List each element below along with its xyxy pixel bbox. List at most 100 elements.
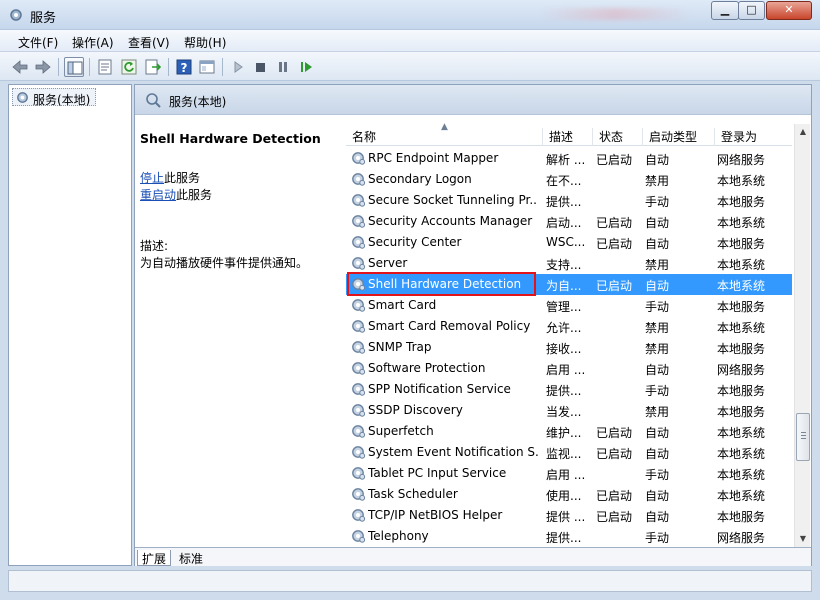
- toolbar: ?: [0, 52, 820, 81]
- table-row[interactable]: SPP Notification Service 提供... 手动 本地服务: [346, 379, 792, 400]
- vertical-scrollbar[interactable]: ▲ ▼: [794, 124, 810, 547]
- table-row[interactable]: Smart Card Removal Policy 允许... 禁用 本地系统: [346, 316, 792, 337]
- service-startup-cell: 手动: [645, 531, 670, 545]
- table-row[interactable]: Task Scheduler 使用... 已启动 自动 本地系统: [346, 484, 792, 505]
- service-name-cell: Software Protection: [368, 361, 486, 375]
- service-name-cell: Smart Card Removal Policy: [368, 319, 531, 333]
- column-header-startup-type[interactable]: 启动类型: [642, 128, 714, 146]
- window-title: 服务: [30, 11, 57, 26]
- restart-service-link[interactable]: 重启动: [140, 188, 176, 202]
- table-row[interactable]: Shell Hardware Detection 为自... 已启动 自动 本地系统: [346, 272, 792, 296]
- export-list-icon[interactable]: [143, 57, 163, 77]
- service-description-cell: 允许...: [546, 321, 582, 335]
- service-name-cell: Security Accounts Manager: [368, 214, 533, 228]
- service-logon-cell: 本地系统: [717, 279, 766, 293]
- tab-standard[interactable]: 标准: [175, 550, 207, 566]
- table-row[interactable]: Tablet PC Input Service 启用 ... 手动 本地系统: [346, 463, 792, 484]
- table-row[interactable]: TCP/IP NetBIOS Helper 提供 ... 已启动 自动 本地服务: [346, 505, 792, 526]
- service-startup-cell: 禁用: [645, 321, 670, 335]
- table-row[interactable]: Security Accounts Manager 启动... 已启动 自动 本地系统: [346, 211, 792, 232]
- menu-view[interactable]: 查看(V): [128, 34, 170, 51]
- table-row[interactable]: Secondary Logon 在不... 禁用 本地系统: [346, 169, 792, 190]
- list-header: ▲ 名称 描述 状态 启动类型 登录为: [346, 122, 792, 146]
- service-logon-cell: 本地系统: [717, 216, 766, 230]
- column-header-logon-as[interactable]: 登录为: [714, 128, 792, 146]
- service-startup-cell: 自动: [645, 426, 670, 440]
- stop-suffix: 此服务: [164, 171, 201, 185]
- description-text: 为自动播放硬件事件提供通知。: [140, 256, 309, 270]
- service-gear-icon: [350, 486, 366, 502]
- table-row[interactable]: SSDP Discovery 当发... 禁用 本地服务: [346, 400, 792, 421]
- menu-action[interactable]: 操作(A): [72, 34, 114, 51]
- menu-file[interactable]: 文件(F): [18, 34, 58, 51]
- column-header-name[interactable]: ▲ 名称: [346, 122, 542, 146]
- column-header-status[interactable]: 状态: [592, 128, 642, 146]
- forward-arrow-icon[interactable]: [33, 57, 53, 77]
- scroll-thumb[interactable]: [796, 413, 810, 461]
- description-label: 描述:: [140, 239, 169, 253]
- start-service-icon[interactable]: [228, 57, 248, 77]
- service-description-cell: 启用 ...: [546, 468, 586, 482]
- service-startup-cell: 禁用: [645, 174, 670, 188]
- tab-extended[interactable]: 扩展: [137, 550, 172, 566]
- title-bar: 服务 ▁ □ ✕: [0, 0, 820, 30]
- service-startup-cell: 自动: [645, 237, 670, 251]
- table-row[interactable]: System Event Notification S... 监视... 已启动 自动…: [346, 442, 792, 463]
- stop-service-link[interactable]: 停止: [140, 171, 164, 185]
- service-startup-cell: 手动: [645, 468, 670, 482]
- service-name-cell: TCP/IP NetBIOS Helper: [368, 508, 503, 522]
- highlight-box: [347, 272, 536, 296]
- service-gear-icon: [350, 192, 366, 208]
- service-gear-icon: [350, 423, 366, 439]
- service-logon-cell: 本地服务: [717, 510, 766, 524]
- service-name-cell: System Event Notification S...: [368, 445, 538, 459]
- pause-service-icon[interactable]: [273, 57, 293, 77]
- table-row[interactable]: Secure Socket Tunneling Pr... 提供... 手动 本地服务: [346, 190, 792, 211]
- show-hide-tree-icon[interactable]: [64, 57, 84, 77]
- service-gear-icon: [350, 402, 366, 418]
- table-row[interactable]: SNMP Trap 接收... 禁用 本地服务: [346, 337, 792, 358]
- service-logon-cell: 本地服务: [717, 237, 766, 251]
- service-logon-cell: 本地系统: [717, 174, 766, 188]
- refresh-icon[interactable]: [119, 57, 139, 77]
- service-name-cell: Superfetch: [368, 424, 434, 438]
- menu-help[interactable]: 帮助(H): [184, 34, 226, 51]
- service-name-cell: Smart Card: [368, 298, 437, 312]
- service-description-cell: 启用 ...: [546, 363, 586, 377]
- table-row[interactable]: Superfetch 维护... 已启动 自动 本地系统: [346, 421, 792, 442]
- services-gear-icon: [10, 9, 22, 21]
- minimize-button[interactable]: ▁: [711, 1, 739, 20]
- service-gear-icon: [350, 234, 366, 250]
- scroll-up-icon[interactable]: ▲: [795, 124, 811, 140]
- search-gear-icon: [146, 93, 161, 108]
- table-row[interactable]: Server 支持... 禁用 本地系统: [346, 253, 792, 274]
- service-description-cell: 维护...: [546, 426, 582, 440]
- table-row[interactable]: Smart Card 管理... 手动 本地服务: [346, 295, 792, 316]
- service-description-cell: 启动...: [546, 216, 582, 230]
- service-logon-cell: 本地系统: [717, 258, 766, 272]
- properties-icon[interactable]: [95, 57, 115, 77]
- column-header-description[interactable]: 描述: [542, 128, 592, 146]
- service-startup-cell: 自动: [645, 153, 670, 167]
- close-button[interactable]: ✕: [766, 1, 812, 20]
- service-startup-cell: 禁用: [645, 405, 670, 419]
- service-gear-icon: [350, 339, 366, 355]
- maximize-button[interactable]: □: [738, 1, 765, 20]
- table-row[interactable]: Software Protection 启用 ... 自动 网络服务: [346, 358, 792, 379]
- scroll-down-icon[interactable]: ▼: [795, 531, 811, 547]
- help-icon[interactable]: ?: [174, 57, 194, 77]
- back-arrow-icon[interactable]: [10, 57, 30, 77]
- table-row[interactable]: Security Center WSC... 已启动 自动 本地服务: [346, 232, 792, 253]
- view-icon[interactable]: [197, 57, 217, 77]
- resume-service-icon[interactable]: [296, 57, 316, 77]
- stop-service-icon[interactable]: [250, 57, 270, 77]
- service-gear-icon: [350, 360, 366, 376]
- service-description-cell: 提供...: [546, 531, 582, 545]
- tree-node-services-local[interactable]: 服务(本地): [12, 88, 96, 107]
- table-row[interactable]: Telephony 提供... 手动 网络服务: [346, 526, 792, 547]
- service-description-cell: 解析 ...: [546, 153, 586, 167]
- table-row[interactable]: RPC Endpoint Mapper 解析 ... 已启动 自动 网络服务: [346, 148, 792, 169]
- service-startup-cell: 自动: [645, 489, 670, 503]
- service-description-cell: 使用...: [546, 489, 582, 503]
- service-gear-icon: [350, 507, 366, 523]
